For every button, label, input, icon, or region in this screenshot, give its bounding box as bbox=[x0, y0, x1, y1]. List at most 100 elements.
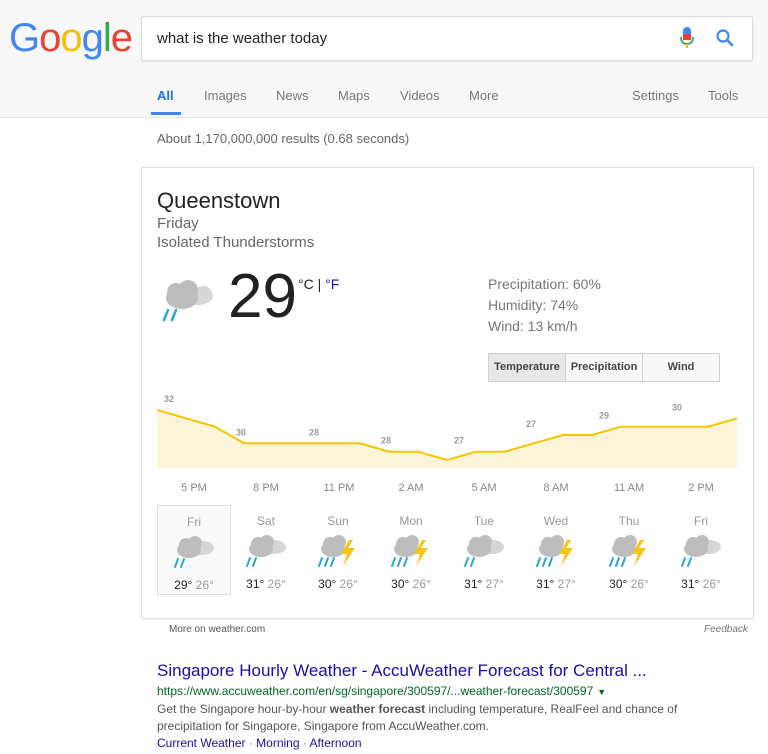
logo-letter: G bbox=[9, 16, 40, 60]
google-logo[interactable]: Google bbox=[9, 16, 133, 61]
forecast-day-name: Wed bbox=[543, 514, 569, 528]
tab-images[interactable]: Images bbox=[204, 88, 247, 103]
active-tab-indicator bbox=[151, 112, 181, 115]
time-label: 11 PM bbox=[323, 482, 355, 494]
snippet-text: Get the Singapore hour-by-hour bbox=[157, 702, 330, 716]
result-title-link[interactable]: Singapore Hourly Weather - AccuWeather F… bbox=[157, 661, 647, 681]
time-label: 5 AM bbox=[471, 482, 497, 494]
search-query: what is the weather today bbox=[157, 30, 328, 47]
temperature-button[interactable]: Temperature bbox=[489, 354, 565, 381]
forecast-high: 31° bbox=[464, 577, 483, 591]
weather-details: Precipitation: 60% Humidity: 74% Wind: 1… bbox=[488, 274, 601, 337]
weather-condition: Isolated Thunderstorms bbox=[157, 234, 315, 251]
forecast-temps: 31° 27° bbox=[448, 577, 520, 591]
forecast-high: 31° bbox=[536, 577, 555, 591]
weather-card: Queenstown Friday Isolated Thunderstorms… bbox=[141, 167, 754, 619]
thunderstorm-icon bbox=[318, 535, 355, 567]
forecast-day-fri[interactable]: Fri 29° 26° bbox=[157, 505, 231, 595]
forecast-day-name: Fri bbox=[694, 514, 708, 528]
tab-settings[interactable]: Settings bbox=[632, 88, 679, 103]
tab-videos[interactable]: Videos bbox=[400, 88, 440, 103]
more-on-weather-link[interactable]: More on weather.com bbox=[169, 624, 265, 635]
thunderstorm-icon bbox=[536, 535, 573, 567]
wind-value: Wind: 13 km/h bbox=[488, 318, 578, 334]
temperature-label: 29 bbox=[599, 411, 609, 421]
forecast-temps: 30° 26° bbox=[375, 577, 447, 591]
forecast-low: 26° bbox=[267, 577, 286, 591]
snippet-highlight: weather forecast bbox=[329, 702, 426, 716]
rain-cloud-icon bbox=[464, 535, 504, 567]
search-icon[interactable] bbox=[715, 28, 735, 48]
time-label: 8 AM bbox=[543, 482, 569, 494]
result-snippet: Get the Singapore hour-by-hour weather f… bbox=[157, 701, 717, 735]
forecast-temps: 29° 26° bbox=[158, 578, 230, 592]
sitelink-separator: · bbox=[299, 736, 310, 750]
forecast-low: 26° bbox=[702, 577, 721, 591]
forecast-day-fri-next[interactable]: Fri 31° 26° bbox=[665, 505, 737, 593]
forecast-temps: 31° 26° bbox=[230, 577, 302, 591]
forecast-day-mon[interactable]: Mon 30° 26° bbox=[375, 505, 447, 593]
forecast-day-name: Sat bbox=[256, 514, 275, 528]
search-input[interactable]: what is the weather today bbox=[141, 16, 753, 61]
header-bar: Google what is the weather today All Ima… bbox=[0, 0, 768, 118]
weather-location[interactable]: Queenstown bbox=[157, 188, 281, 214]
sitelink-separator: · bbox=[245, 736, 257, 750]
caret-down-icon[interactable]: ▼ bbox=[597, 687, 606, 697]
unit-celsius[interactable]: °C bbox=[298, 276, 314, 292]
tab-tools[interactable]: Tools bbox=[708, 88, 738, 103]
tab-more[interactable]: More bbox=[469, 88, 499, 103]
temperature-label: 30 bbox=[236, 427, 246, 437]
logo-letter: o bbox=[60, 16, 82, 60]
time-label: 5 PM bbox=[181, 482, 207, 494]
thunderstorm-icon bbox=[391, 535, 428, 567]
time-label: 11 AM bbox=[613, 482, 645, 494]
forecast-day-tue[interactable]: Tue 31° 27° bbox=[448, 505, 520, 593]
sitelink-afternoon[interactable]: Afternoon bbox=[310, 736, 362, 750]
forecast-low: 27° bbox=[485, 577, 504, 591]
temperature-chart[interactable]: 32 30 28 28 27 27 29 30 bbox=[157, 390, 738, 472]
rain-cloud-icon bbox=[681, 535, 721, 567]
logo-letter: l bbox=[102, 16, 112, 60]
weather-day: Friday bbox=[157, 215, 199, 232]
forecast-high: 31° bbox=[681, 577, 700, 591]
tab-all[interactable]: All bbox=[157, 88, 174, 103]
forecast-day-thu[interactable]: Thu 30° 26° bbox=[593, 505, 665, 593]
forecast-temps: 30° 26° bbox=[302, 577, 374, 591]
forecast-day-sat[interactable]: Sat 31° 26° bbox=[230, 505, 302, 593]
feedback-link[interactable]: Feedback bbox=[704, 624, 748, 635]
temperature-label: 32 bbox=[164, 394, 174, 404]
forecast-day-name: Tue bbox=[473, 514, 495, 528]
forecast-day-sun[interactable]: Sun 30° 26° bbox=[302, 505, 374, 593]
rain-cloud-icon bbox=[246, 535, 286, 567]
forecast-high: 30° bbox=[318, 577, 337, 591]
forecast-high: 30° bbox=[609, 577, 628, 591]
logo-letter: g bbox=[81, 16, 104, 60]
precipitation-button[interactable]: Precipitation bbox=[565, 354, 642, 381]
humidity-value: Humidity: 74% bbox=[488, 297, 579, 313]
forecast-day-name: Sun bbox=[327, 514, 349, 528]
time-label: 2 PM bbox=[688, 482, 714, 494]
forecast-day-wed[interactable]: Wed 31° 27° bbox=[520, 505, 592, 593]
time-label: 2 AM bbox=[398, 482, 424, 494]
sitelinks: Current Weather · Morning · Afternoon bbox=[157, 736, 362, 750]
tab-maps[interactable]: Maps bbox=[338, 88, 370, 103]
forecast-day-name: Thu bbox=[618, 514, 640, 528]
forecast-low: 26° bbox=[195, 578, 214, 592]
temperature-label: 28 bbox=[309, 427, 319, 437]
time-label: 8 PM bbox=[253, 482, 279, 494]
rain-cloud-icon bbox=[162, 280, 213, 322]
thunderstorm-icon bbox=[609, 535, 646, 567]
chart-mode-selector: Temperature Precipitation Wind bbox=[488, 353, 720, 382]
logo-letter: e bbox=[110, 16, 133, 60]
forecast-low: 26° bbox=[412, 577, 431, 591]
forecast-day-name: Mon bbox=[399, 514, 423, 528]
wind-button[interactable]: Wind bbox=[642, 354, 719, 381]
forecast-high: 29° bbox=[174, 578, 193, 592]
sitelink-morning[interactable]: Morning bbox=[256, 736, 299, 750]
unit-fahrenheit[interactable]: °F bbox=[325, 276, 339, 292]
temperature-label: 27 bbox=[454, 436, 464, 446]
tab-news[interactable]: News bbox=[276, 88, 309, 103]
sitelink-current-weather[interactable]: Current Weather bbox=[157, 736, 245, 750]
forecast-low: 27° bbox=[557, 577, 576, 591]
mic-icon[interactable] bbox=[680, 27, 694, 49]
